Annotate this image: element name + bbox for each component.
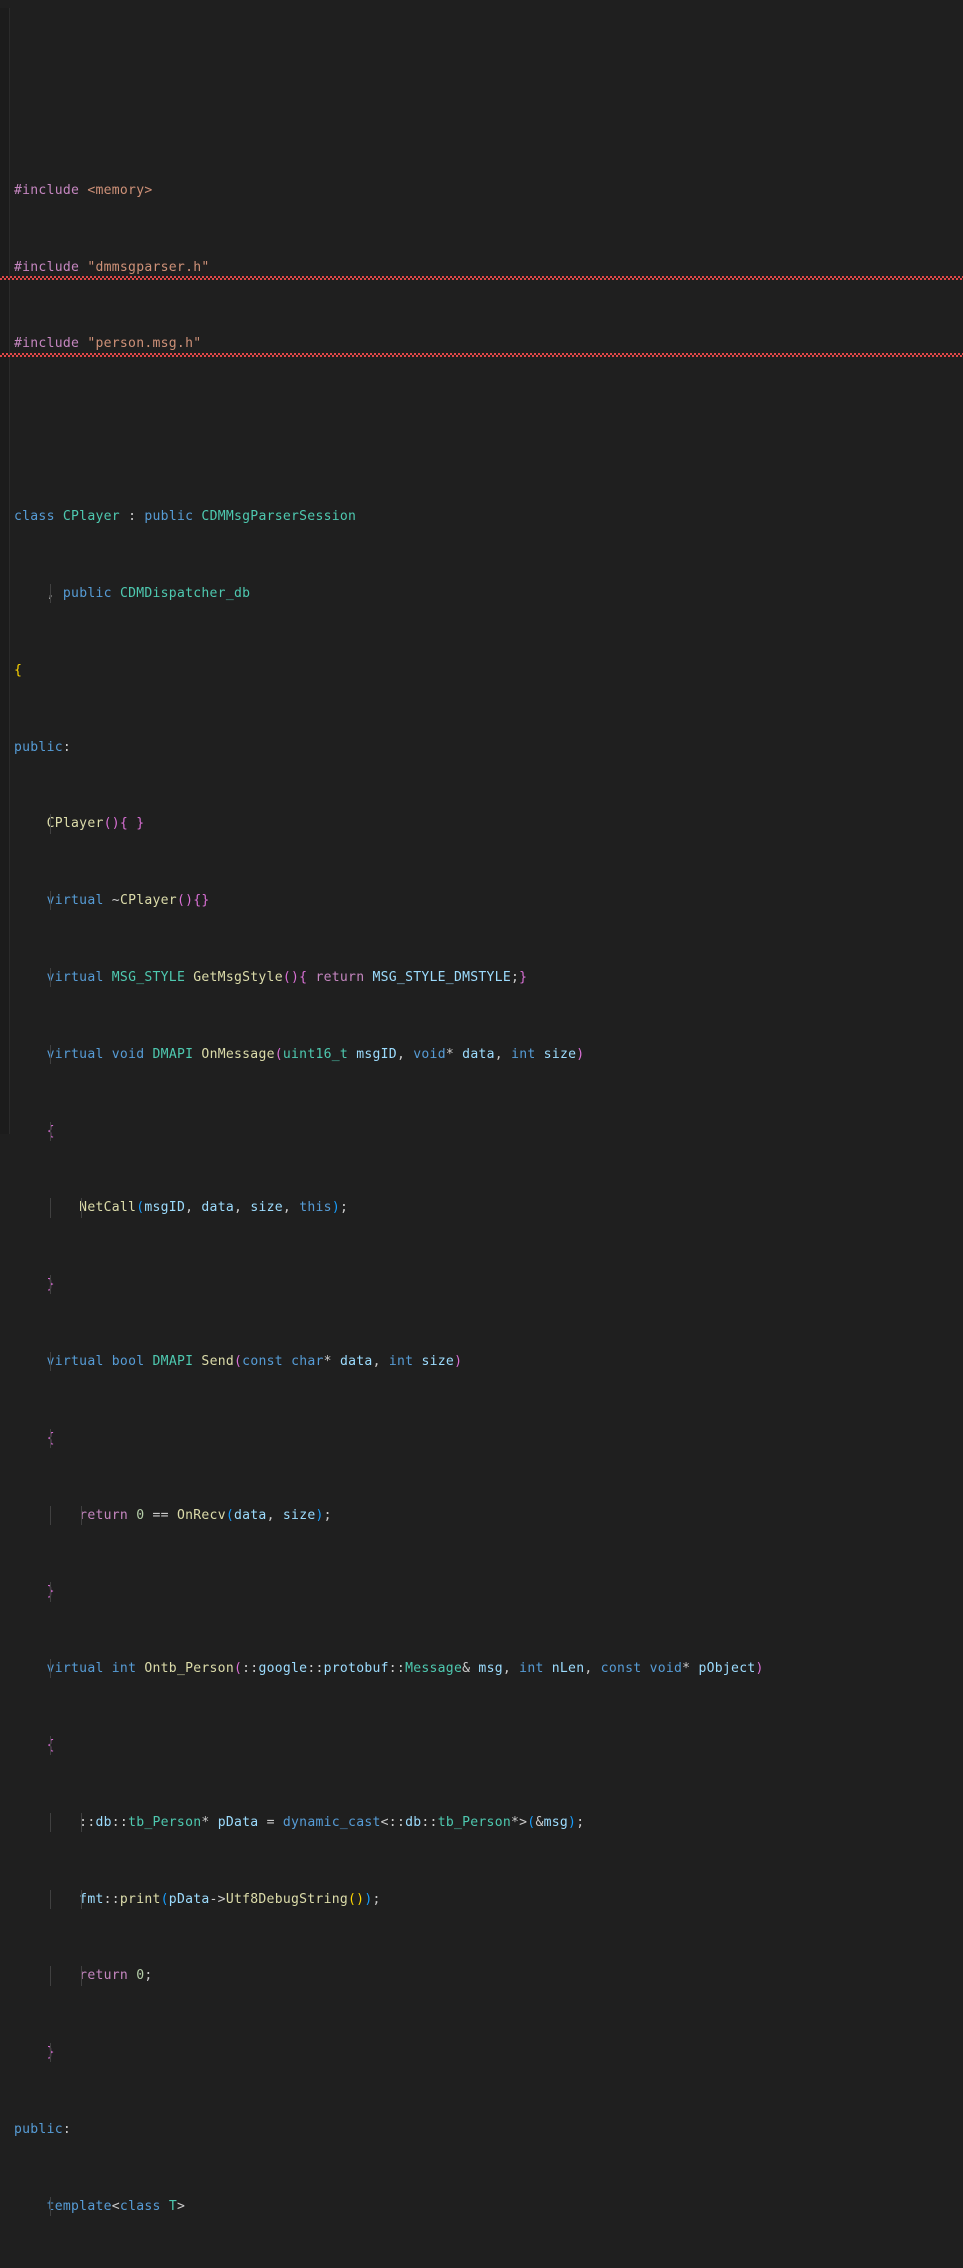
code-line[interactable]: virtual bool DMAPI Send(const char* data…	[0, 1351, 963, 1372]
code-line[interactable]: ::db::tb_Person* pData = dynamic_cast<::…	[0, 1812, 963, 1832]
code-line[interactable]: #include "dmmsgparser.h"	[0, 258, 963, 277]
code-line[interactable]: #include "person.msg.h"	[0, 334, 963, 353]
code-line[interactable]: CPlayer(){ }	[0, 814, 963, 834]
code-line[interactable]: virtual void DMAPI OnMessage(uint16_t ms…	[0, 1044, 963, 1064]
code-line[interactable]: template<class T>	[0, 2196, 963, 2216]
code-line[interactable]: {	[0, 661, 963, 680]
code-editor[interactable]: #include <memory> #include "dmmsgparser.…	[0, 0, 963, 2216]
code-line[interactable]: return 0 == OnRecv(data, size);	[0, 1505, 963, 1525]
code-line[interactable]: public:	[0, 2120, 963, 2139]
code-line[interactable]: , public CDMDispatcher_db	[0, 584, 963, 604]
code-line[interactable]: }	[0, 1582, 963, 1602]
code-line[interactable]: class CPlayer : public CDMMsgParserSessi…	[0, 507, 963, 526]
code-content[interactable]: #include <memory> #include "dmmsgparser.…	[0, 8, 963, 2268]
code-line[interactable]: return 0;	[0, 1966, 963, 1986]
code-line[interactable]: public:	[0, 738, 963, 757]
code-line[interactable]: virtual ~CPlayer(){}	[0, 891, 963, 911]
code-line[interactable]	[0, 85, 963, 104]
code-line[interactable]: }	[0, 1275, 963, 1295]
code-line[interactable]: }	[0, 2043, 963, 2063]
code-line[interactable]: virtual MSG_STYLE GetMsgStyle(){ return …	[0, 967, 963, 988]
code-line[interactable]: #include <memory>	[0, 181, 963, 200]
code-line[interactable]: {	[0, 1428, 963, 1448]
code-line[interactable]: {	[0, 1121, 963, 1141]
code-line[interactable]: {	[0, 1735, 963, 1756]
code-line[interactable]: fmt::print(pData->Utf8DebugString());	[0, 1889, 963, 1909]
code-line[interactable]	[0, 411, 963, 430]
code-line[interactable]: NetCall(msgID, data, size, this);	[0, 1198, 963, 1218]
code-line[interactable]: virtual int Ontb_Person(::google::protob…	[0, 1659, 963, 1679]
